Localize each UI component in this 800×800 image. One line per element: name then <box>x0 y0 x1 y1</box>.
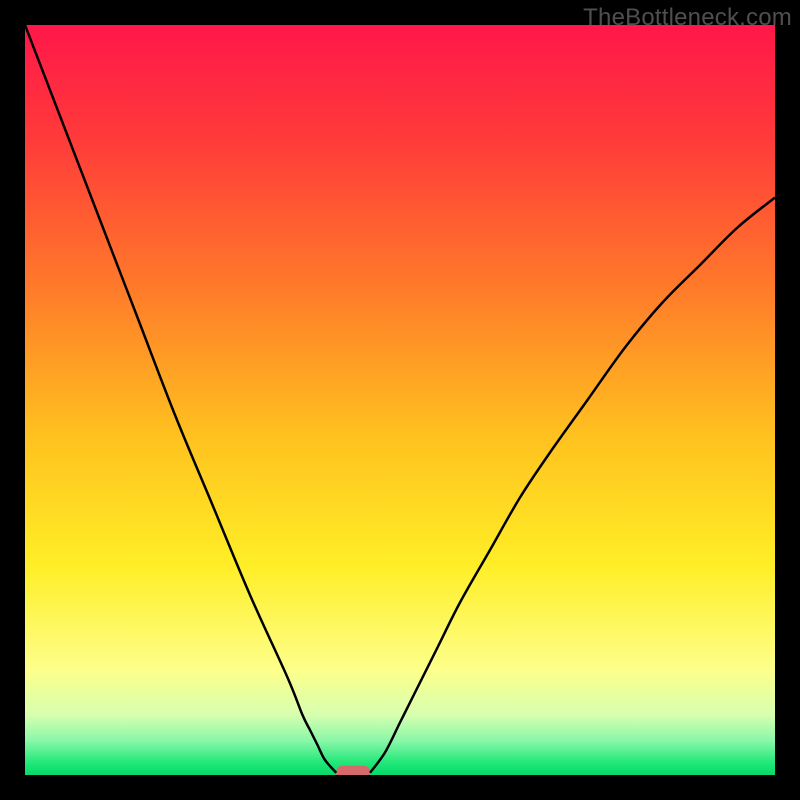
gradient-background <box>25 25 775 775</box>
watermark-text: TheBottleneck.com <box>583 4 792 32</box>
chart-svg <box>25 25 775 775</box>
chart-frame: TheBottleneck.com <box>0 0 800 800</box>
plot-area <box>25 25 775 775</box>
bottleneck-marker <box>336 766 370 775</box>
